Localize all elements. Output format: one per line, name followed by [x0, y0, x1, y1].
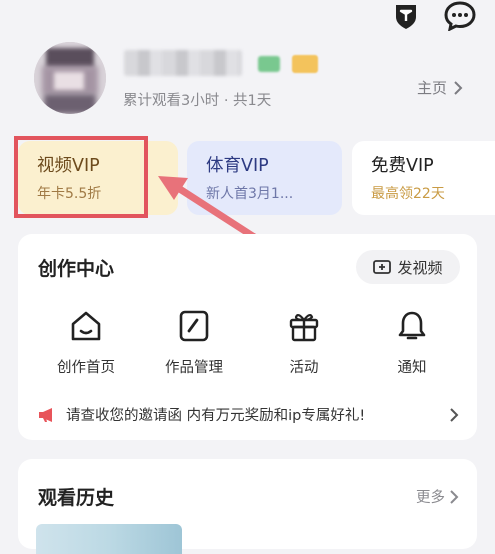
home-link[interactable]: 主页 — [417, 77, 463, 98]
upload-video-label: 发视频 — [397, 258, 443, 277]
tool-label: 创作首页 — [57, 360, 115, 376]
home-link-label: 主页 — [417, 79, 448, 97]
creation-center-panel: 创作中心 发视频 创作首页 作品管理 活动 通知 请查收您的邀请函 内有万元奖励… — [18, 234, 477, 440]
chevron-right-icon — [450, 489, 459, 504]
video-add-icon — [373, 260, 392, 274]
username-blurred — [124, 50, 242, 76]
highlight-box — [14, 136, 148, 218]
tool-works-management[interactable]: 作品管理 — [148, 310, 240, 377]
more-label: 更多 — [416, 490, 445, 506]
tool-label: 活动 — [289, 360, 319, 376]
level-badge — [258, 56, 280, 72]
vip-badge — [292, 55, 318, 73]
megaphone-icon — [39, 407, 52, 422]
more-link[interactable]: 更多 — [416, 486, 459, 507]
invite-text: 请查收您的邀请函 内有万元奖励和ip专属好礼! — [66, 408, 366, 424]
tool-events[interactable]: 活动 — [258, 310, 350, 377]
invite-banner[interactable]: 请查收您的邀请函 内有万元奖励和ip专属好礼! — [38, 404, 459, 425]
watch-history-panel: 观看历史 更多 — [18, 459, 477, 554]
free-vip-title: 免费VIP — [371, 156, 434, 176]
edit-icon — [148, 310, 240, 342]
home-icon — [40, 310, 132, 342]
tool-label: 作品管理 — [165, 360, 223, 376]
chevron-right-icon — [450, 407, 459, 422]
shield-icon[interactable] — [390, 0, 422, 32]
bell-icon — [366, 310, 458, 342]
free-vip-subtitle: 最高领22天 — [371, 186, 445, 202]
tool-label: 通知 — [397, 360, 427, 376]
tool-creation-home[interactable]: 创作首页 — [40, 310, 132, 377]
message-icon[interactable] — [444, 0, 476, 32]
avatar[interactable] — [34, 42, 106, 114]
creation-center-title: 创作中心 — [38, 258, 115, 280]
tool-notifications[interactable]: 通知 — [366, 310, 458, 377]
history-thumbnail[interactable] — [36, 524, 182, 554]
watch-history-title: 观看历史 — [38, 487, 115, 509]
gift-icon — [258, 310, 350, 342]
free-vip-card[interactable]: 免费VIP 最高领22天 — [352, 141, 495, 215]
chevron-right-icon — [454, 80, 463, 95]
watch-stats: 累计观看3小时 · 共1天 — [123, 93, 272, 109]
upload-video-button[interactable]: 发视频 — [356, 250, 460, 284]
